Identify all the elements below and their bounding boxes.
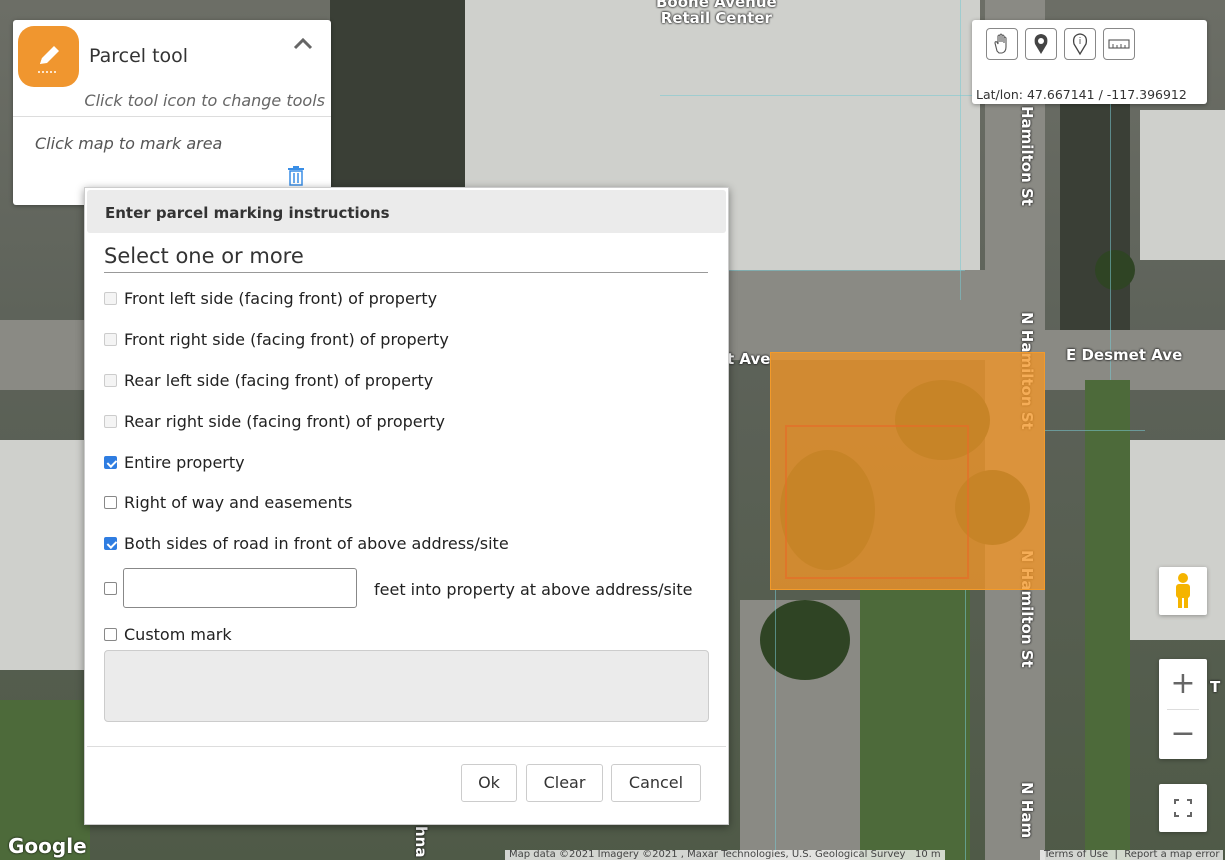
report-error-link[interactable]: Report a map error: [1124, 850, 1219, 860]
ok-button[interactable]: Ok: [461, 764, 517, 802]
checkbox[interactable]: [104, 537, 117, 550]
street-label-hamilton-bottom: N Ham: [1018, 782, 1036, 839]
street-label-partial-right: T: [1210, 678, 1221, 696]
dialog-header: Enter parcel marking instructions: [87, 190, 726, 233]
pan-tool-button[interactable]: [986, 28, 1018, 60]
marked-parcel[interactable]: [770, 352, 1045, 590]
option-label: Right of way and easements: [124, 493, 353, 512]
tool-button[interactable]: [18, 26, 79, 87]
info-tool-button[interactable]: i: [1064, 28, 1096, 60]
checkbox[interactable]: [104, 582, 117, 595]
checkbox[interactable]: [104, 374, 117, 387]
street-label-hamilton-top: Hamilton St: [1018, 106, 1036, 206]
custom-mark-textarea[interactable]: [104, 650, 709, 722]
option-label: Front right side (facing front) of prope…: [124, 330, 449, 349]
marker-tool-button[interactable]: [1025, 28, 1057, 60]
checkbox[interactable]: [104, 333, 117, 346]
svg-text:i: i: [1079, 37, 1082, 47]
tool-instruction: Click map to mark area: [35, 134, 223, 153]
parcel-marking-dialog: Enter parcel marking instructions Select…: [84, 187, 729, 825]
section-title: Select one or more: [104, 244, 304, 268]
checkbox[interactable]: [104, 628, 117, 641]
feet-input[interactable]: [123, 568, 357, 608]
zoom-out-button[interactable]: −: [1159, 709, 1207, 759]
building-label: Boone Avenue Retail Center: [656, 0, 777, 27]
street-label-desmet: E Desmet Ave: [1066, 346, 1183, 364]
pencil-icon: [38, 46, 59, 73]
divider: [13, 116, 331, 117]
trash-icon: [288, 166, 304, 186]
terms-link[interactable]: Terms of Use: [1044, 850, 1108, 860]
pegman-icon: [1176, 573, 1190, 608]
street-label-desmet-left: t Ave: [727, 350, 771, 368]
map-pin-icon: [1034, 34, 1048, 54]
fullscreen-icon: [1174, 799, 1192, 817]
option-label: Entire property: [124, 453, 245, 472]
zoom-in-button[interactable]: +: [1159, 659, 1207, 709]
clear-button[interactable]: Clear: [526, 764, 603, 802]
collapse-button[interactable]: [288, 32, 318, 56]
checkbox[interactable]: [104, 456, 117, 469]
map-scale: 10 m: [914, 850, 941, 860]
parcel-boundary: [785, 425, 969, 579]
tool-subtitle: Click tool icon to change tools: [84, 91, 325, 110]
map-links: Terms of Use | Report a map error: [1040, 850, 1224, 860]
parcel-tool-panel: Parcel tool Click tool icon to change to…: [13, 20, 331, 205]
option-label: Custom mark: [124, 625, 232, 644]
divider: [87, 746, 726, 747]
latitude-value: 47.667141: [1026, 87, 1095, 102]
google-logo: Google: [8, 834, 87, 858]
clear-marks-button[interactable]: [287, 166, 305, 186]
option-label: Rear left side (facing front) of propert…: [124, 371, 434, 390]
option-label: Front left side (facing front) of proper…: [124, 289, 438, 308]
fullscreen-button[interactable]: [1159, 784, 1207, 832]
checkbox[interactable]: [104, 496, 117, 509]
tool-title: Parcel tool: [89, 45, 189, 67]
zoom-in-icon: +: [1170, 666, 1196, 701]
cancel-button[interactable]: Cancel: [611, 764, 701, 802]
zoom-control: + −: [1159, 659, 1207, 759]
ruler-icon: [1108, 39, 1130, 49]
map-attribution: Map data ©2021 Imagery ©2021 , Maxar Tec…: [505, 850, 945, 860]
info-pin-icon: i: [1072, 33, 1088, 56]
street-view-button[interactable]: [1159, 567, 1207, 615]
street-label-partial-left: hna: [412, 826, 430, 858]
option-label: Both sides of road in front of above add…: [124, 534, 509, 553]
checkbox[interactable]: [104, 415, 117, 428]
dialog-title: Enter parcel marking instructions: [105, 204, 390, 222]
divider: [104, 272, 708, 273]
option-label: Rear right side (facing front) of proper…: [124, 412, 445, 431]
zoom-out-icon: −: [1170, 716, 1196, 751]
chevron-up-icon: [293, 37, 313, 50]
hand-icon: [994, 33, 1007, 54]
measure-tool-button[interactable]: [1103, 28, 1135, 60]
coordinates-readout: Lat/lon: 47.667141 / -117.396912: [976, 87, 1187, 102]
longitude-value: -117.396912: [1106, 87, 1187, 102]
map-tools-panel: i Lat/lon: 47.667141 / -117.396912: [972, 20, 1207, 104]
checkbox[interactable]: [104, 292, 117, 305]
